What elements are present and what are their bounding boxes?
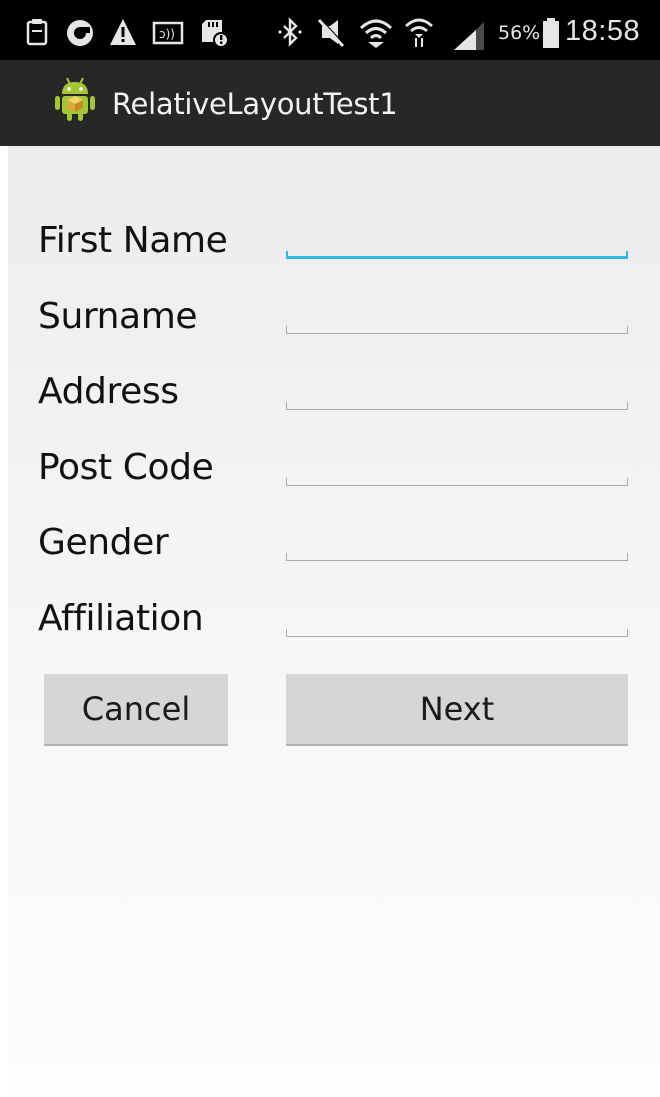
signal-icon [454, 22, 484, 50]
address-field[interactable] [286, 366, 628, 406]
affiliation-underline [286, 629, 628, 637]
action-bar: RelativeLayoutTest1 [0, 60, 660, 146]
gender-field[interactable] [286, 516, 628, 556]
gender-underline [286, 553, 628, 561]
clipboard-icon [26, 19, 48, 46]
mute-icon [317, 18, 346, 48]
clock: 18:58 [565, 15, 641, 47]
post-code-field[interactable] [286, 442, 628, 482]
wifi-data-icon [405, 18, 433, 47]
post-code-underline [286, 478, 628, 486]
surname-underline [286, 326, 628, 334]
surname-field[interactable] [286, 290, 628, 330]
affiliation-label: Affiliation [38, 598, 204, 639]
cancel-button[interactable]: Cancel [44, 674, 228, 746]
surname-label: Surname [38, 296, 198, 337]
address-label: Address [38, 371, 179, 412]
app-title: RelativeLayoutTest1 [112, 87, 398, 121]
nfc-icon: ᴐ)) [152, 21, 184, 45]
post-code-label: Post Code [38, 447, 214, 488]
first-name-field[interactable] [286, 216, 628, 256]
bluetooth-icon [278, 17, 302, 47]
battery-percent: 56% [498, 22, 541, 44]
gender-label: Gender [38, 522, 169, 563]
sd-card-alert-icon [202, 20, 229, 48]
android-icon [55, 77, 95, 121]
circle-app-icon [67, 20, 93, 46]
next-button[interactable]: Next [286, 674, 628, 746]
svg-text:ᴐ)): ᴐ)) [159, 27, 175, 41]
form-container: First Name Surname Address Post Code Gen… [8, 146, 660, 1097]
wifi-icon [359, 19, 393, 48]
first-name-label: First Name [38, 220, 228, 261]
battery-icon [543, 18, 559, 48]
address-underline [286, 402, 628, 410]
first-name-underline [286, 251, 628, 259]
status-bar: ᴐ)) 56% 18:58 [0, 0, 660, 60]
affiliation-field[interactable] [286, 592, 628, 632]
warning-icon [110, 19, 136, 45]
